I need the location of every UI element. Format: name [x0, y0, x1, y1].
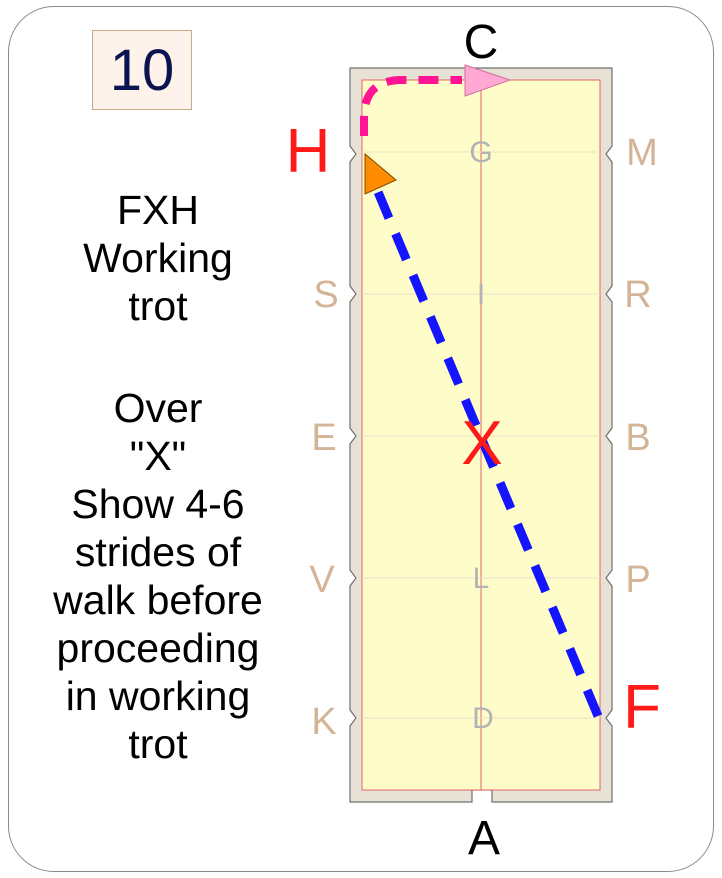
arena-letter-m: M	[626, 132, 658, 174]
arena-letter-s: S	[313, 274, 338, 316]
arena-letter-p: P	[625, 559, 650, 601]
arena-letter-a: A	[468, 812, 500, 865]
arena-letter-e: E	[311, 417, 336, 459]
centerline-letter-l: L	[473, 562, 490, 595]
arena-letter-r: R	[624, 274, 651, 316]
letter-h: H	[286, 117, 331, 186]
arena-letter-v: V	[309, 559, 335, 601]
letter-f: F	[623, 673, 661, 742]
arena-letter-b: B	[625, 417, 650, 459]
letter-x: X	[461, 409, 502, 478]
arena-letter-k: K	[311, 701, 336, 743]
centerline-letter-i: I	[477, 278, 485, 311]
centerline-letter-d: D	[472, 702, 494, 735]
centerline-letter-g: G	[469, 136, 492, 169]
arena-letter-c: C	[464, 16, 499, 69]
arena-diagram: G I L D S E V K M R B P C A H X F	[286, 16, 661, 865]
